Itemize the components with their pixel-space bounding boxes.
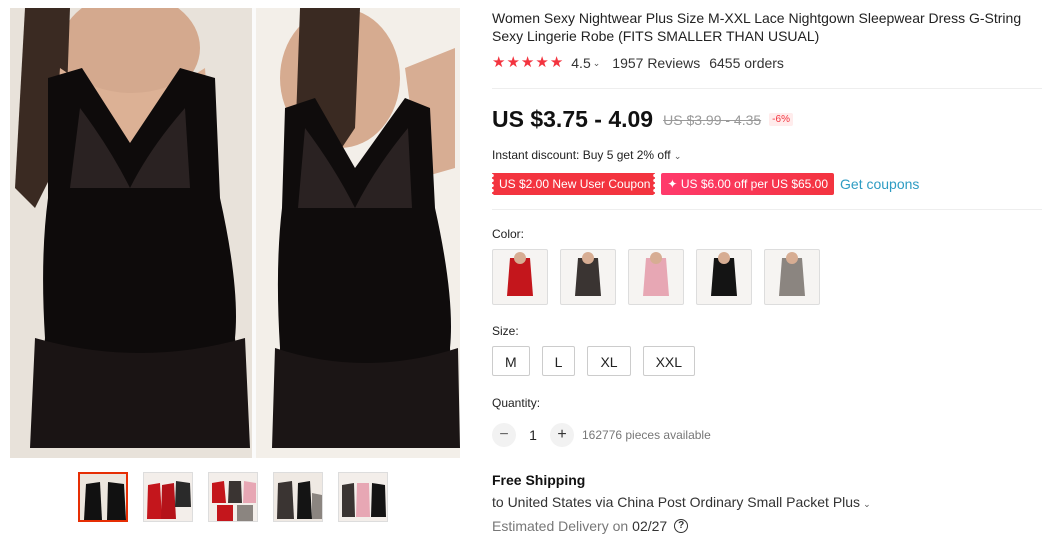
size-label: Size: [492,324,519,338]
estimated-delivery: Estimated Delivery on 02/27 ? [492,518,689,534]
main-image-illustration [10,8,460,458]
quantity-increase-button[interactable]: + [550,423,574,447]
color-swatch-grey[interactable] [764,249,820,305]
thumbnail-5-image [339,473,387,521]
color-options [492,249,820,305]
thumbnail-5[interactable] [338,472,388,522]
color-label: Color: [492,227,525,241]
color-swatch-pink[interactable] [628,249,684,305]
store-coupon-label: US $6.00 off per US $65.00 [680,177,829,191]
pieces-available: 162776 pieces available [582,428,711,442]
product-info: Women Sexy Nightwear Plus Size M-XXL Lac… [489,0,1060,542]
coupon-row: US $2.00 New User Coupon ✦ US $6.00 off … [489,173,919,195]
size-option-xl[interactable]: XL [587,346,631,376]
quantity-value[interactable]: 1 [516,427,550,443]
delivery-label: Estimated Delivery on [492,518,629,534]
store-coupon[interactable]: ✦ US $6.00 off per US $65.00 [661,173,835,195]
size-option-xxl[interactable]: XXL [642,346,696,376]
thumbnail-4-image [274,473,322,521]
divider [492,88,1042,89]
color-swatch-black-grey[interactable] [560,249,616,305]
quantity-label: Quantity: [492,396,541,410]
get-coupons-link[interactable]: Get coupons [840,176,919,192]
thumbnail-3[interactable] [208,472,258,522]
shipping-destination[interactable]: to United States via China Post Ordinary… [492,494,871,510]
thumbnail-2[interactable] [143,472,193,522]
instant-discount-text: Instant discount: Buy 5 get 2% off [492,148,671,162]
instant-discount[interactable]: Instant discount: Buy 5 get 2% off ⌄ [492,148,681,162]
quantity-stepper: − 1 + 162776 pieces available [492,423,711,447]
reviews-count[interactable]: 1957 Reviews [612,55,700,71]
chevron-down-icon: ⌄ [863,499,871,509]
delivery-date: 02/27 [632,518,668,534]
color-swatch-pink-image [643,252,669,296]
star-icon: ★ [506,54,520,71]
main-product-image[interactable] [10,8,460,458]
new-user-coupon[interactable]: US $2.00 New User Coupon [489,173,658,195]
thumbnail-1[interactable] [78,472,128,522]
chevron-down-icon: ⌄ [673,151,682,161]
chevron-down-icon[interactable]: ⌄ [593,58,601,69]
divider [492,209,1042,210]
sparkle-icon: ✦ [667,177,681,191]
product-gallery [10,8,460,458]
thumbnail-3-image [209,473,257,521]
thumbnail-2-image [144,473,192,521]
price-row: US $3.75 - 4.09 US $3.99 - 4.35 -6% [492,106,793,133]
orders-count: 6455 orders [709,55,784,71]
original-price: US $3.99 - 4.35 [663,111,762,128]
color-swatch-black-image [711,252,737,296]
size-option-l[interactable]: L [541,346,576,376]
size-option-m[interactable]: M [492,346,530,376]
size-options: M L XL XXL [492,346,696,376]
help-icon[interactable]: ? [674,519,689,533]
star-icon: ★ [520,54,535,71]
current-price: US $3.75 - 4.09 [492,106,654,132]
rating-value[interactable]: 4.5 [571,55,590,71]
color-swatch-grey-image [779,252,805,296]
quantity-decrease-button[interactable]: − [492,423,516,447]
color-swatch-black-grey-image [575,252,601,296]
product-title: Women Sexy Nightwear Plus Size M-XXL Lac… [492,10,1022,44]
discount-badge: -6% [769,113,793,126]
rating-row: ★ ★ ★ ★ ★ 4.5 ⌄ 1957 Reviews 6455 orders [492,54,784,72]
thumbnail-4[interactable] [273,472,323,522]
color-swatch-red[interactable] [492,249,548,305]
star-icon: ★ [535,54,549,71]
thumbnail-1-image [80,474,126,520]
star-icon: ★ [492,54,506,71]
color-swatch-black[interactable] [696,249,752,305]
rating-stars: ★ ★ ★ ★ ★ [492,55,563,71]
star-icon: ★ [549,54,564,71]
shipping-title: Free Shipping [492,472,586,488]
shipping-destination-text: to United States via China Post Ordinary… [492,494,861,510]
image-divider [252,8,256,458]
color-swatch-red-image [507,252,533,296]
